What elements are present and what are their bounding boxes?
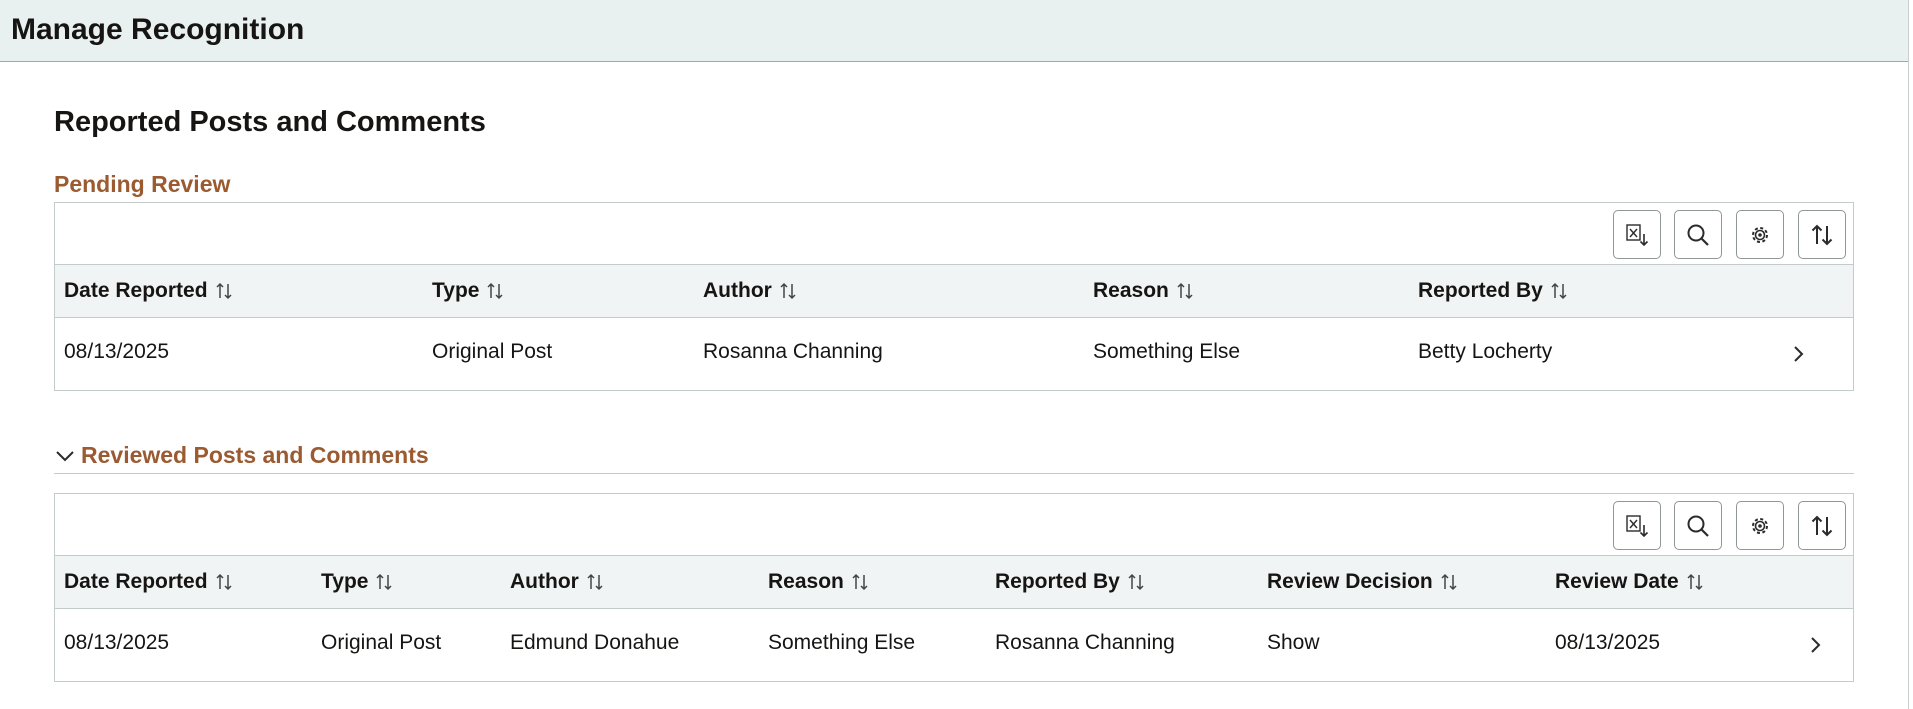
pending-review-title: Pending Review — [54, 171, 231, 197]
cell-reason: Something Else — [768, 631, 916, 654]
grid-toolbar — [55, 494, 1853, 556]
export-excel-button[interactable] — [1613, 210, 1661, 259]
column-header-label: Reason — [768, 570, 844, 593]
sort-arrows-icon — [1551, 282, 1567, 300]
settings-button[interactable] — [1736, 501, 1784, 550]
column-header-label: Review Date — [1555, 570, 1679, 593]
sort-arrows-icon — [1687, 573, 1703, 591]
cell-author: Rosanna Channing — [703, 340, 883, 363]
column-header-label: Author — [703, 279, 772, 302]
table-row[interactable]: 08/13/2025 Original Post Rosanna Channin… — [55, 318, 1853, 390]
column-header-author[interactable]: Author — [510, 570, 605, 594]
export-excel-icon — [1626, 514, 1649, 537]
column-header-label: Review Decision — [1267, 570, 1433, 593]
cell-reason: Something Else — [1093, 340, 1241, 363]
table-row[interactable]: 08/13/2025 Original Post Edmund Donahue … — [55, 609, 1853, 681]
column-header-date-reported[interactable]: Date Reported — [64, 570, 234, 594]
sort-arrows-icon — [1177, 282, 1193, 300]
search-icon — [1687, 515, 1709, 537]
sort-arrows-icon — [216, 282, 232, 300]
page-title: Manage Recognition — [11, 13, 305, 46]
column-header-reported-by[interactable]: Reported By — [1418, 279, 1569, 303]
cell-date-reported: 08/13/2025 — [64, 631, 170, 654]
grid-header-row: Date Reported Type Author Reason Reporte… — [55, 556, 1853, 609]
search-button[interactable] — [1674, 210, 1722, 259]
column-header-type[interactable]: Type — [321, 570, 394, 594]
settings-gear-icon — [1752, 517, 1768, 534]
sort-icon — [1811, 224, 1833, 245]
column-header-label: Reported By — [995, 570, 1120, 593]
sort-arrows-icon — [780, 282, 796, 300]
export-excel-icon — [1626, 223, 1649, 246]
chevron-right-icon[interactable] — [1804, 634, 1826, 656]
sort-arrows-icon — [216, 573, 232, 591]
column-header-label: Reason — [1093, 279, 1169, 302]
section-divider — [54, 473, 1854, 474]
reviewed-posts-title[interactable]: Reviewed Posts and Comments — [81, 442, 429, 469]
reviewed-posts-grid: Date Reported Type Author Reason Reporte… — [54, 493, 1854, 682]
sort-button[interactable] — [1798, 501, 1846, 550]
sort-arrows-icon — [487, 282, 503, 300]
settings-gear-icon — [1752, 226, 1768, 243]
sort-arrows-icon — [1128, 573, 1144, 591]
cell-date-reported: 08/13/2025 — [64, 340, 170, 363]
column-header-review-decision[interactable]: Review Decision — [1267, 570, 1459, 594]
section-title: Reported Posts and Comments — [54, 106, 486, 138]
cell-reported-by: Betty Locherty — [1418, 340, 1553, 363]
grid-toolbar — [55, 203, 1853, 265]
column-header-label: Type — [432, 279, 480, 302]
cell-type: Original Post — [321, 631, 442, 654]
chevron-down-icon[interactable] — [54, 445, 76, 467]
cell-author: Edmund Donahue — [510, 631, 680, 654]
grid-header-row: Date Reported Type Author Reason Reporte… — [55, 265, 1853, 318]
column-header-label: Author — [510, 570, 579, 593]
column-header-label: Reported By — [1418, 279, 1543, 302]
page-header: Manage Recognition — [0, 0, 1908, 62]
sort-arrows-icon — [587, 573, 603, 591]
sort-button[interactable] — [1798, 210, 1846, 259]
search-button[interactable] — [1674, 501, 1722, 550]
sort-arrows-icon — [376, 573, 392, 591]
export-excel-button[interactable] — [1613, 501, 1661, 550]
column-header-reason[interactable]: Reason — [768, 570, 870, 594]
column-header-reported-by[interactable]: Reported By — [995, 570, 1146, 594]
column-header-type[interactable]: Type — [432, 279, 505, 303]
settings-button[interactable] — [1736, 210, 1784, 259]
column-header-review-date[interactable]: Review Date — [1555, 570, 1705, 594]
chevron-right-icon[interactable] — [1787, 343, 1809, 365]
cell-type: Original Post — [432, 340, 553, 363]
column-header-label: Date Reported — [64, 570, 208, 593]
cell-review-decision: Show — [1267, 631, 1320, 654]
scrollbar-gutter — [1908, 0, 1913, 709]
column-header-label: Date Reported — [64, 279, 208, 302]
sort-arrows-icon — [1441, 573, 1457, 591]
sort-icon — [1811, 515, 1833, 536]
column-header-label: Type — [321, 570, 369, 593]
column-header-date-reported[interactable]: Date Reported — [64, 279, 234, 303]
sort-arrows-icon — [852, 573, 868, 591]
column-header-reason[interactable]: Reason — [1093, 279, 1195, 303]
search-icon — [1687, 224, 1709, 246]
column-header-author[interactable]: Author — [703, 279, 798, 303]
pending-review-grid: Date Reported Type Author Reason Reporte… — [54, 202, 1854, 391]
cell-reported-by: Rosanna Channing — [995, 631, 1175, 654]
cell-review-date: 08/13/2025 — [1555, 631, 1661, 654]
